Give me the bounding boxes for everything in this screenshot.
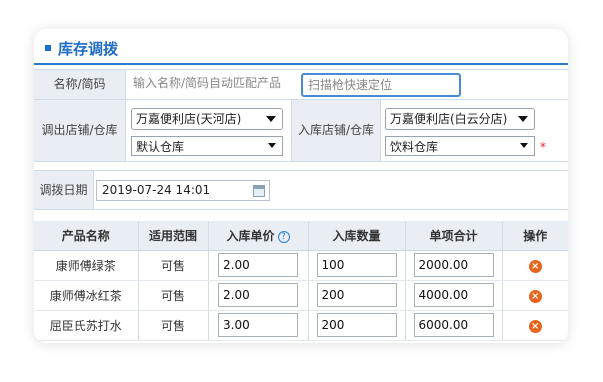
in-store-select[interactable]: 万嘉便利店(白云分店) [385, 108, 535, 130]
help-icon[interactable]: ? [277, 230, 290, 243]
date-input[interactable]: 2019-07-24 14:01 [96, 180, 270, 201]
header-price-label: 入库单价 [226, 228, 275, 243]
qty-input[interactable]: 200 [316, 313, 397, 337]
store-row: 调出店铺/仓库 万嘉便利店(天河店) 默认仓库 入库店铺/仓库 万嘉便利店(白云… [34, 100, 568, 162]
out-store-select[interactable]: 万嘉便利店(天河店) [131, 108, 283, 130]
out-warehouse-value: 默认仓库 [136, 140, 185, 154]
title-bar: 库存调拨 [34, 29, 568, 65]
search-row: 名称/简码 输入名称/简码自动匹配产品 扫描枪快速定位 [34, 69, 568, 100]
page-title: 库存调拨 [58, 40, 119, 58]
in-label: 入库店铺/仓库 [291, 100, 381, 161]
price-input[interactable]: 3.00 [218, 313, 298, 337]
out-warehouse-select[interactable]: 默认仓库 [131, 136, 283, 156]
total-input[interactable]: 6000.00 [413, 313, 494, 337]
header-price: 入库单价? [208, 221, 309, 251]
product-name-cell: 康师傅绿茶 [34, 250, 139, 281]
title-bullet-icon [45, 45, 51, 51]
action-cell: × [502, 280, 568, 311]
out-store-value: 万嘉便利店(天河店) [136, 112, 242, 126]
scope-cell: 可售 [138, 310, 209, 341]
price-input[interactable]: 2.00 [218, 283, 298, 307]
scope-cell: 可售 [138, 250, 209, 281]
scan-input[interactable]: 扫描枪快速定位 [301, 73, 461, 97]
action-cell: × [502, 250, 568, 281]
chevron-down-icon [268, 143, 276, 148]
table-row: 康师傅冰红茶 可售 2.00 200 4000.00 × [34, 280, 568, 311]
total-cell: 4000.00 [405, 280, 503, 311]
out-label: 调出店铺/仓库 [34, 100, 126, 161]
total-cell: 6000.00 [405, 310, 503, 341]
qty-input[interactable]: 200 [316, 283, 397, 307]
stock-transfer-panel: 库存调拨 名称/简码 输入名称/简码自动匹配产品 扫描枪快速定位 调出店铺/仓库… [34, 29, 568, 343]
price-cell: 2.00 [208, 280, 309, 311]
qty-cell: 200 [308, 280, 406, 311]
header-qty: 入库数量 [308, 221, 406, 251]
price-cell: 2.00 [208, 250, 309, 281]
total-input[interactable]: 4000.00 [413, 283, 494, 307]
total-cell: 2000.00 [405, 250, 503, 281]
delete-icon[interactable]: × [528, 259, 542, 273]
date-value: 2019-07-24 14:01 [102, 183, 211, 197]
qty-cell: 200 [308, 310, 406, 341]
product-table: 产品名称 适用范围 入库单价? 入库数量 单项合计 操作 康师傅绿茶 可售 2.… [34, 221, 568, 341]
required-mark: * [540, 140, 546, 154]
scope-cell: 可售 [138, 280, 209, 311]
header-total: 单项合计 [405, 221, 503, 251]
chevron-down-icon [520, 143, 528, 148]
table-row: 康师傅绿茶 可售 2.00 100 2000.00 × [34, 250, 568, 281]
date-row: 调拨日期 2019-07-24 14:01 [34, 170, 568, 210]
in-warehouse-select[interactable]: 饮料仓库 [385, 136, 535, 156]
delete-icon[interactable]: × [528, 289, 542, 303]
in-store-value: 万嘉便利店(白云分店) [390, 112, 508, 126]
price-cell: 3.00 [208, 310, 309, 341]
header-scope: 适用范围 [138, 221, 209, 251]
date-label: 调拨日期 [34, 171, 94, 209]
table-row: 屈臣氏苏打水 可售 3.00 200 6000.00 × [34, 310, 568, 341]
qty-input[interactable]: 100 [316, 253, 397, 277]
chevron-down-icon [518, 116, 528, 122]
in-warehouse-value: 饮料仓库 [390, 140, 439, 154]
header-product-name: 产品名称 [34, 221, 139, 251]
header-action: 操作 [502, 221, 568, 251]
name-label: 名称/简码 [34, 70, 126, 99]
chevron-down-icon [266, 116, 276, 122]
name-search-input[interactable]: 输入名称/简码自动匹配产品 [128, 73, 300, 95]
action-cell: × [502, 310, 568, 341]
qty-cell: 100 [308, 250, 406, 281]
price-input[interactable]: 2.00 [218, 253, 298, 277]
product-name-cell: 康师傅冰红茶 [34, 280, 139, 311]
total-input[interactable]: 2000.00 [413, 253, 494, 277]
table-header-row: 产品名称 适用范围 入库单价? 入库数量 单项合计 操作 [34, 221, 568, 251]
calendar-icon[interactable] [253, 185, 265, 197]
product-name-cell: 屈臣氏苏打水 [34, 310, 139, 341]
delete-icon[interactable]: × [528, 319, 542, 333]
